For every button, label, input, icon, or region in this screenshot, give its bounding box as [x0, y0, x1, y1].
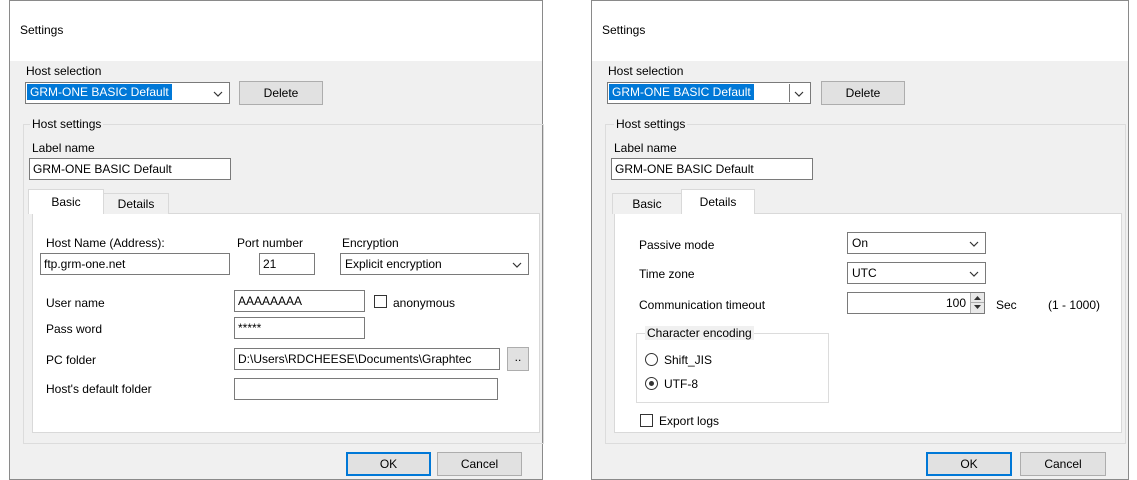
shift-jis-radio[interactable] [645, 353, 658, 366]
passive-mode-dropdown[interactable]: On [847, 232, 986, 254]
passive-mode-label: Passive mode [639, 238, 715, 252]
time-zone-value: UTC [852, 266, 877, 280]
host-settings-label: Host settings [614, 117, 688, 131]
host-selection-label: Host selection [26, 64, 102, 78]
host-selection-dropdown[interactable]: GRM-ONE BASIC Default [25, 82, 230, 104]
ok-button[interactable]: OK [926, 452, 1012, 476]
timeout-unit: Sec [996, 298, 1017, 312]
browse-folder-button[interactable]: .. [507, 347, 529, 371]
anonymous-label: anonymous [393, 296, 456, 310]
timeout-range: (1 - 1000) [1048, 298, 1101, 312]
host-selection-value: GRM-ONE BASIC Default [27, 84, 172, 100]
label-name-label: Label name [32, 141, 95, 155]
radio-selected-dot [649, 381, 654, 386]
anonymous-checkbox[interactable] [374, 295, 387, 308]
chevron-down-icon [512, 260, 522, 270]
default-folder-input[interactable] [234, 378, 498, 400]
character-encoding-group [636, 333, 829, 403]
pc-folder-label: PC folder [46, 353, 97, 367]
time-zone-label: Time zone [639, 267, 695, 281]
character-encoding-label: Character encoding [645, 326, 754, 340]
export-logs-checkbox[interactable] [640, 414, 653, 427]
window-title: Settings [20, 23, 64, 37]
delete-button[interactable]: Delete [239, 81, 323, 105]
label-name-input[interactable]: GRM-ONE BASIC Default [29, 158, 231, 180]
port-number-label: Port number [237, 236, 304, 250]
default-folder-label: Host's default folder [46, 382, 152, 396]
host-name-label: Host Name (Address): [46, 236, 165, 250]
host-selection-value: GRM-ONE BASIC Default [609, 84, 754, 100]
settings-dialog-details: Settings Host selection GRM-ONE BASIC De… [591, 0, 1129, 480]
chevron-down-icon [969, 269, 979, 279]
spin-up-icon[interactable] [971, 293, 984, 303]
label-name-input[interactable]: GRM-ONE BASIC Default [611, 158, 813, 180]
user-name-input[interactable]: AAAAAAAA [234, 290, 365, 312]
tab-details[interactable]: Details [681, 189, 755, 214]
cancel-button[interactable]: Cancel [437, 452, 522, 476]
tab-basic[interactable]: Basic [612, 193, 682, 214]
ok-button[interactable]: OK [346, 452, 431, 476]
encryption-dropdown[interactable]: Explicit encryption [340, 253, 529, 275]
title-bar: Settings [10, 1, 542, 61]
encryption-value: Explicit encryption [345, 257, 442, 271]
dropdown-separator [789, 84, 790, 102]
host-settings-label: Host settings [30, 117, 104, 131]
window-title: Settings [602, 23, 646, 37]
spin-down-icon[interactable] [971, 303, 984, 313]
utf8-radio[interactable] [645, 377, 658, 390]
utf8-label: UTF-8 [664, 377, 698, 391]
timeout-value: 100 [945, 296, 966, 310]
shift-jis-label: Shift_JIS [664, 353, 713, 367]
settings-dialog-basic: Settings Host selection GRM-ONE BASIC De… [9, 0, 544, 480]
host-selection-label: Host selection [608, 64, 684, 78]
encryption-label: Encryption [342, 236, 399, 250]
title-bar: Settings [592, 1, 1128, 61]
passive-mode-value: On [852, 236, 869, 250]
export-logs-label: Export logs [659, 414, 720, 428]
port-number-input[interactable]: 21 [259, 253, 315, 275]
pc-folder-input[interactable]: D:\Users\RDCHEESE\Documents\Graphtec [234, 348, 500, 370]
password-label: Pass word [46, 322, 103, 336]
host-selection-dropdown[interactable]: GRM-ONE BASIC Default [607, 82, 811, 104]
timeout-spin-buttons[interactable] [970, 293, 984, 313]
user-name-label: User name [46, 296, 105, 310]
host-name-input[interactable]: ftp.grm-one.net [40, 253, 230, 275]
chevron-down-icon [794, 89, 804, 99]
tab-basic[interactable]: Basic [28, 189, 104, 214]
cancel-button[interactable]: Cancel [1020, 452, 1106, 476]
time-zone-dropdown[interactable]: UTC [847, 262, 986, 284]
chevron-down-icon [969, 239, 979, 249]
delete-button[interactable]: Delete [821, 81, 905, 105]
password-input[interactable]: ***** [234, 317, 365, 339]
chevron-down-icon [213, 89, 223, 99]
label-name-label: Label name [614, 141, 677, 155]
tab-details[interactable]: Details [103, 193, 169, 214]
timeout-spinbox[interactable]: 100 [847, 292, 985, 314]
communication-timeout-label: Communication timeout [639, 298, 766, 312]
